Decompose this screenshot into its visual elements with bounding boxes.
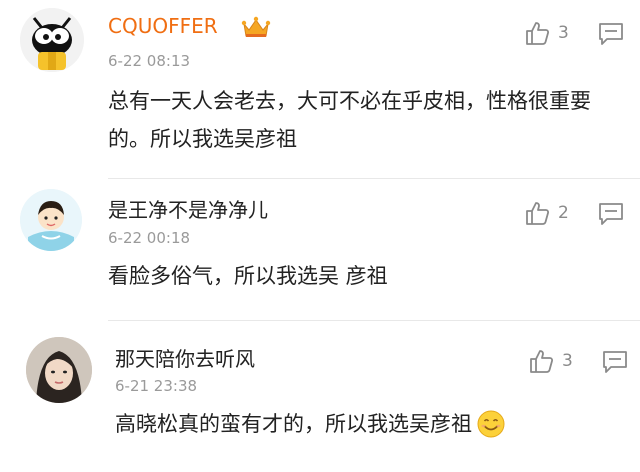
reply-comment-icon <box>599 23 623 45</box>
username[interactable]: 那天陪你去听风 <box>115 343 255 372</box>
cartoon-girl-avatar-icon <box>20 189 82 251</box>
like-button[interactable]: 3 <box>524 20 569 46</box>
username[interactable]: 是王净不是净净儿 <box>108 194 268 223</box>
cartoon-ant-avatar-icon <box>20 8 84 72</box>
like-count: 3 <box>558 23 569 43</box>
like-button[interactable]: 2 <box>524 200 569 226</box>
avatar[interactable] <box>20 189 82 251</box>
user-photo-avatar-icon <box>26 337 92 403</box>
username[interactable]: CQUOFFER <box>108 14 218 38</box>
reply-comment-icon <box>603 351 627 373</box>
comment-item-3: 那天陪你去听风 6-21 23:38 高晓松真的蛮有才的，所以我选吴彦祖 3 <box>0 321 640 472</box>
like-count: 2 <box>558 203 569 223</box>
timestamp: 6-22 00:18 <box>108 229 191 247</box>
avatar[interactable] <box>20 8 84 72</box>
like-count: 3 <box>562 351 573 371</box>
thumbs-up-icon <box>530 350 554 373</box>
timestamp: 6-21 23:38 <box>115 377 198 395</box>
crown-icon <box>241 15 271 39</box>
thumbs-up-icon <box>526 22 550 45</box>
like-button[interactable]: 3 <box>528 348 573 374</box>
reply-comment-icon <box>599 203 623 225</box>
comment-item-2: 是王净不是净净儿 6-22 00:18 看脸多俗气，所以我选吴 彦祖 2 <box>0 179 640 320</box>
comment-text: 高晓松真的蛮有才的，所以我选吴彦祖 <box>115 412 472 436</box>
comment-body: 高晓松真的蛮有才的，所以我选吴彦祖 <box>115 405 506 443</box>
comment-item-1: CQUOFFER 6-22 08:13 总有一天人会老去，大可不必在乎皮相，性格… <box>0 0 640 178</box>
reply-button[interactable] <box>602 350 628 374</box>
comment-text: 看脸多俗气，所以我选吴 彦祖 <box>108 264 388 288</box>
thumbs-up-icon <box>526 202 550 225</box>
reply-button[interactable] <box>598 22 624 46</box>
comment-text: 总有一天人会老去，大可不必在乎皮相，性格很重要的。所以我选吴彦祖 <box>108 89 591 151</box>
avatar[interactable] <box>26 337 92 403</box>
reply-button[interactable] <box>598 202 624 226</box>
timestamp: 6-22 08:13 <box>108 52 191 70</box>
smile-emoji-icon <box>477 410 505 438</box>
